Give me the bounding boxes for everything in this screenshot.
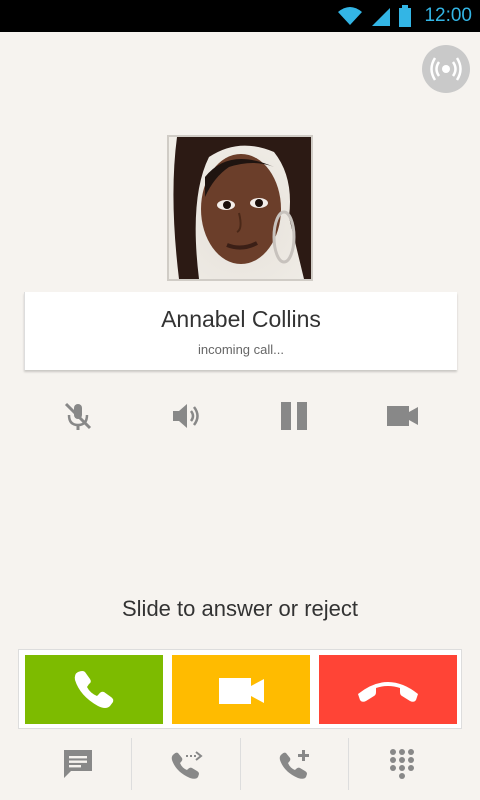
video-button[interactable] <box>372 392 432 440</box>
phone-icon <box>74 670 114 708</box>
dialpad-icon <box>390 749 415 779</box>
battery-icon <box>399 5 412 27</box>
mute-button[interactable] <box>48 392 108 440</box>
hang-up-icon <box>358 681 418 702</box>
bottom-actions <box>24 738 456 794</box>
reject-button[interactable] <box>319 655 457 724</box>
add-call-button[interactable] <box>241 738 349 790</box>
message-icon <box>63 750 92 778</box>
video-camera-icon <box>219 677 264 704</box>
forward-call-button[interactable] <box>132 738 241 790</box>
caller-avatar <box>167 135 313 281</box>
hold-button[interactable] <box>264 392 324 440</box>
video-answer-button[interactable] <box>172 655 310 724</box>
message-button[interactable] <box>24 738 133 790</box>
add-call-icon <box>279 750 310 779</box>
call-forward-icon <box>171 751 203 779</box>
wifi-icon <box>338 7 363 25</box>
speaker-icon <box>173 404 199 428</box>
speaker-button[interactable] <box>156 392 216 440</box>
status-bar: 12:00 <box>0 0 480 32</box>
video-camera-icon <box>387 406 418 426</box>
answer-tray <box>18 649 462 729</box>
dialpad-button[interactable] <box>349 738 456 790</box>
mute-icon <box>64 402 92 430</box>
answer-button[interactable] <box>25 655 163 724</box>
caller-card: Annabel Collins incoming call... <box>24 292 457 370</box>
cell-signal-icon <box>372 8 391 26</box>
call-status: incoming call... <box>198 342 284 357</box>
status-time: 12:00 <box>424 5 472 26</box>
caller-name: Annabel Collins <box>161 306 321 332</box>
slide-hint: Slide to answer or reject <box>122 596 358 621</box>
call-controls <box>24 392 456 440</box>
signal-icon[interactable] <box>422 45 470 93</box>
pause-icon <box>281 402 307 430</box>
